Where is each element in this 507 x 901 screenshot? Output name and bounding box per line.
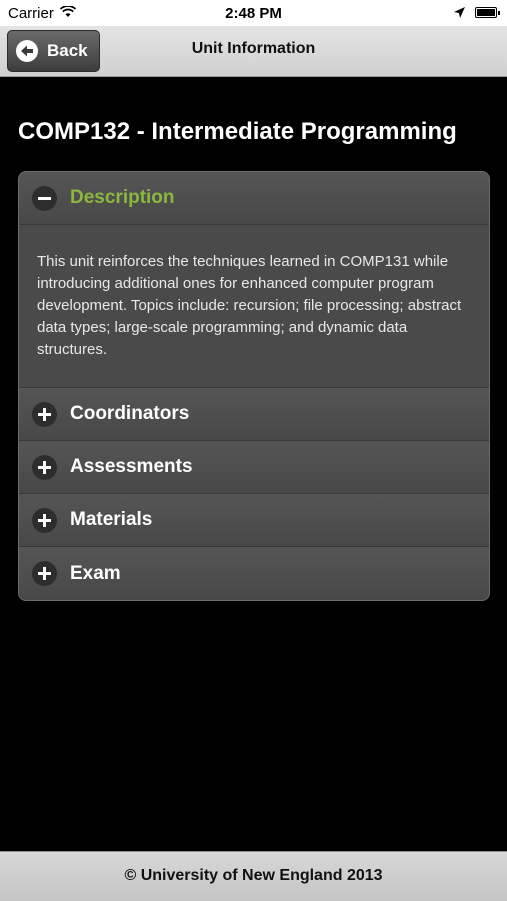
location-arrow-icon	[454, 5, 465, 22]
section-header-materials[interactable]: Materials	[19, 494, 489, 547]
section-label: Description	[70, 187, 175, 208]
section-label: Assessments	[70, 456, 193, 477]
page-title: Unit Information	[191, 40, 316, 57]
section-label: Materials	[70, 509, 153, 530]
battery-icon	[475, 7, 500, 18]
plus-icon	[32, 454, 57, 480]
section-label: Coordinators	[70, 403, 190, 424]
clock: 2:48 PM	[225, 5, 282, 22]
status-bar: Carrier 2:48 PM	[0, 0, 507, 26]
navigation-bar: Back Unit Information	[0, 26, 507, 77]
footer: © University of New England 2013	[0, 851, 507, 901]
section-label: Exam	[70, 562, 121, 584]
unit-sections-accordion: Description This unit reinforces the tec…	[18, 171, 490, 601]
plus-icon	[32, 507, 57, 533]
plus-icon	[32, 401, 57, 427]
minus-icon	[32, 185, 57, 211]
plus-icon	[32, 561, 57, 586]
section-header-assessments[interactable]: Assessments	[19, 441, 489, 494]
section-header-description[interactable]: Description	[19, 172, 489, 225]
description-text: This unit reinforces the techniques lear…	[19, 225, 489, 388]
copyright-text: © University of New England 2013	[124, 867, 383, 884]
section-header-coordinators[interactable]: Coordinators	[19, 388, 489, 441]
section-header-exam[interactable]: Exam	[19, 547, 489, 600]
unit-title: COMP132 - Intermediate Programming	[18, 118, 457, 145]
